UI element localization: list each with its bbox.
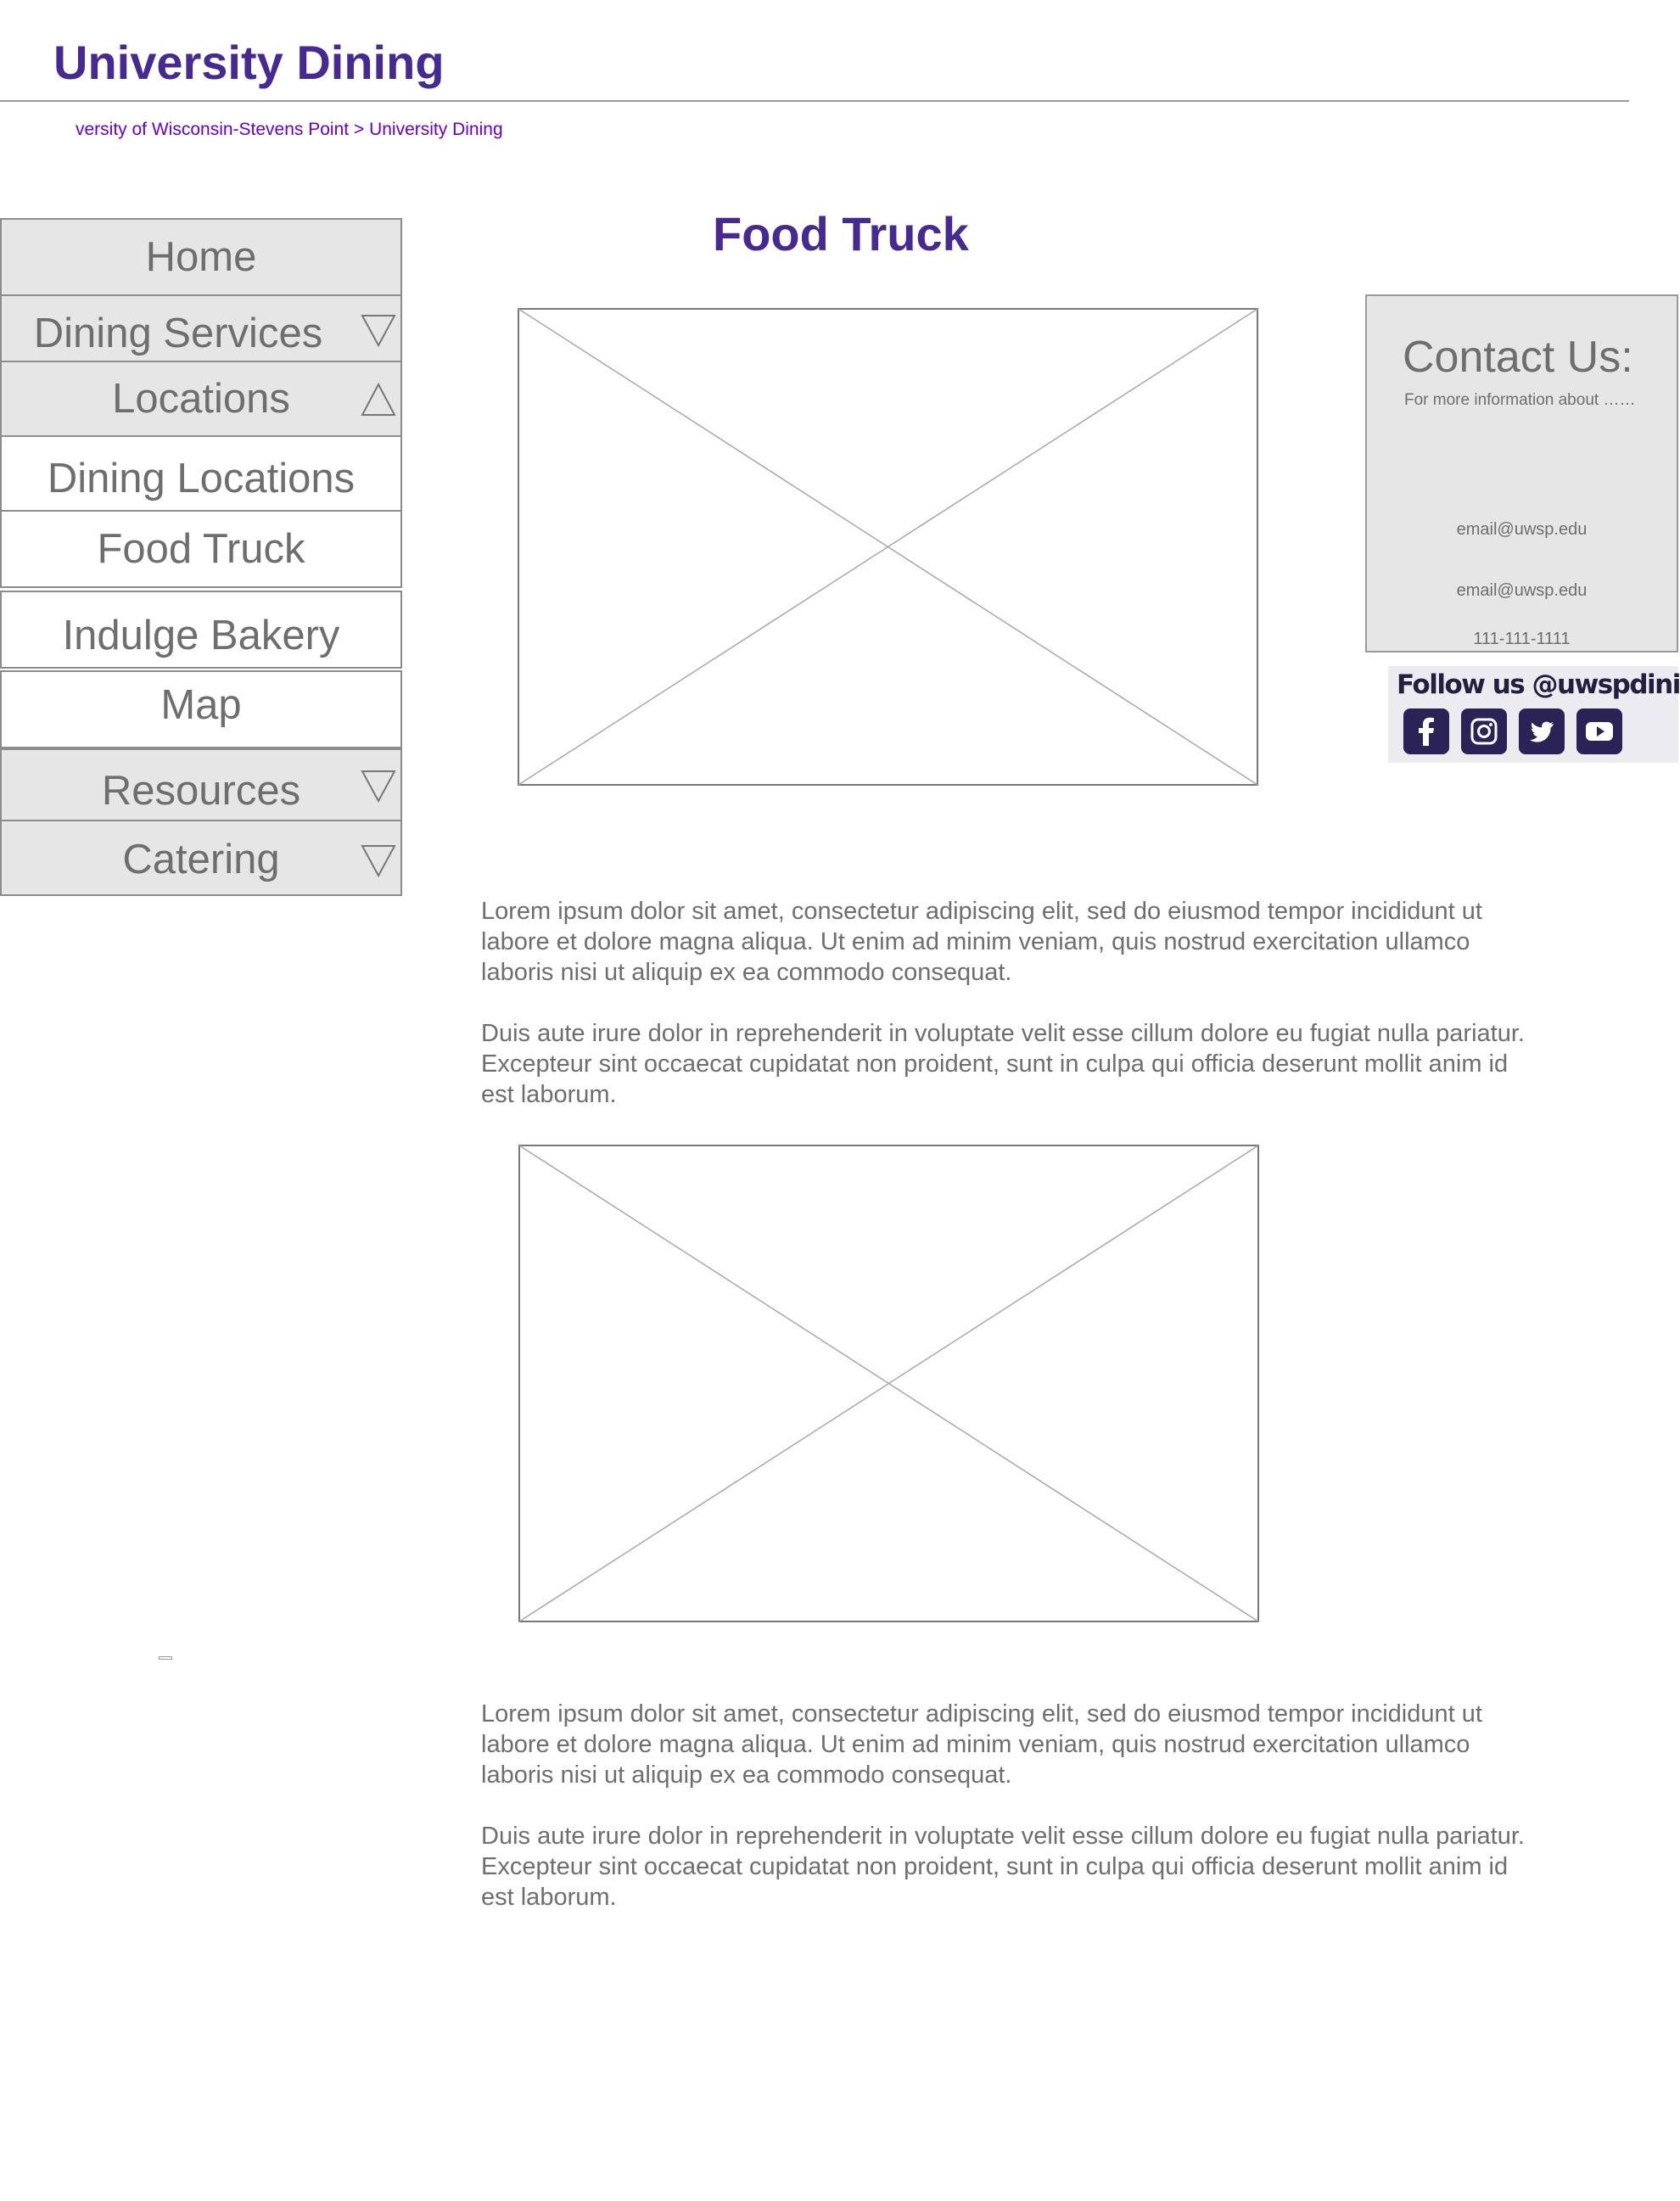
contact-email[interactable]: email@uwsp.edu bbox=[1367, 520, 1677, 540]
sidebar-item-locations[interactable]: Locations bbox=[0, 361, 402, 437]
sidebar-item-label: Home bbox=[145, 234, 257, 280]
instagram-icon[interactable] bbox=[1461, 708, 1507, 754]
sidebar-item-dining-locations[interactable]: Dining Locations bbox=[0, 435, 402, 512]
sidebar-item-catering[interactable]: Catering bbox=[0, 820, 402, 896]
sidebar-item-indulge-bakery[interactable]: Indulge Bakery bbox=[0, 591, 402, 669]
contact-info-text: For more information about …… bbox=[1404, 391, 1636, 409]
social-heading: Follow us @uwspdining bbox=[1397, 669, 1680, 700]
sidebar-item-resources[interactable]: Resources bbox=[0, 748, 402, 821]
breadcrumb-link-university-dining[interactable]: University Dining bbox=[369, 120, 503, 139]
sidebar-collapsed-marker bbox=[159, 1656, 172, 1660]
image-placeholder bbox=[518, 308, 1258, 786]
down-triangle-icon[interactable] bbox=[360, 767, 397, 804]
breadcrumb-link-university[interactable]: versity of Wisconsin-Stevens Point bbox=[76, 120, 349, 139]
sidebar-item-food-truck[interactable]: Food Truck bbox=[0, 510, 402, 588]
sidebar-item-dining-services[interactable]: Dining Services bbox=[0, 294, 402, 362]
sidebar-item-label: Map bbox=[160, 682, 242, 728]
contact-heading: Contact Us: bbox=[1403, 333, 1633, 382]
sidebar-item-home[interactable]: Home bbox=[0, 218, 402, 296]
sidebar-item-label: Indulge Bakery bbox=[62, 613, 340, 658]
youtube-icon[interactable] bbox=[1576, 708, 1622, 754]
contact-email[interactable]: email@uwsp.edu bbox=[1367, 581, 1677, 601]
body-paragraph: Lorem ipsum dolor sit amet, consectetur … bbox=[481, 898, 1482, 986]
sidebar-item-label: Resources bbox=[101, 768, 301, 814]
sidebar-item-label: Locations bbox=[112, 376, 290, 422]
social-follow-box: Follow us @uwspdining bbox=[1388, 666, 1680, 763]
contact-phone[interactable]: 111-111-1111 bbox=[1367, 630, 1677, 649]
down-triangle-icon[interactable] bbox=[360, 842, 397, 879]
twitter-icon[interactable] bbox=[1519, 708, 1565, 754]
sidebar-item-label: Dining Services bbox=[33, 311, 323, 356]
body-paragraph: Duis aute irure dolor in reprehenderit i… bbox=[481, 1823, 1525, 1911]
down-triangle-icon[interactable] bbox=[360, 311, 397, 349]
sidebar-item-label: Catering bbox=[122, 837, 280, 882]
body-paragraph: Lorem ipsum dolor sit amet, consectetur … bbox=[481, 1700, 1482, 1789]
content-section-1: Lorem ipsum dolor sit amet, consectetur … bbox=[481, 896, 1533, 1110]
image-placeholder bbox=[518, 1145, 1259, 1622]
sidebar-item-map[interactable]: Map bbox=[0, 670, 402, 748]
content-section-2: Lorem ipsum dolor sit amet, consectetur … bbox=[481, 1699, 1533, 1913]
up-triangle-icon[interactable] bbox=[360, 381, 397, 418]
body-paragraph: Duis aute irure dolor in reprehenderit i… bbox=[481, 1020, 1525, 1108]
sidebar-item-label: Dining Locations bbox=[47, 456, 356, 501]
breadcrumb: versity of Wisconsin-Stevens Point > Uni… bbox=[76, 120, 503, 140]
site-title[interactable]: University Dining bbox=[53, 31, 445, 95]
facebook-icon[interactable] bbox=[1403, 708, 1449, 754]
header-divider bbox=[0, 100, 1629, 102]
contact-box: Contact Us: For more information about …… bbox=[1365, 294, 1678, 652]
breadcrumb-separator: > bbox=[353, 120, 365, 139]
sidebar-item-label: Food Truck bbox=[97, 526, 305, 572]
page-title: Food Truck bbox=[713, 207, 969, 260]
